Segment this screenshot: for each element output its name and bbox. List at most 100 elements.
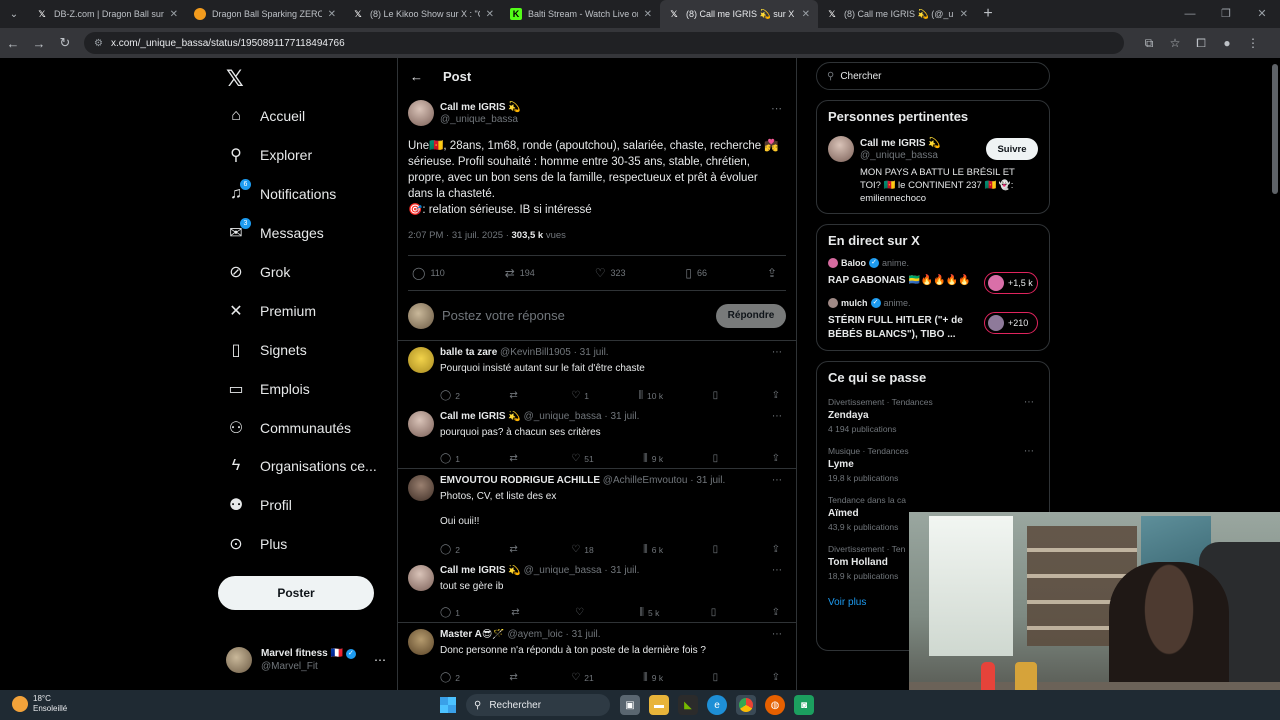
more-horizontal-icon[interactable]: ⋯ [772, 629, 782, 640]
reload-button[interactable]: ↻ [52, 35, 78, 51]
reply-action[interactable]: ◯ 1 [440, 607, 460, 618]
browser-tab[interactable]: 𝕏 DB-Z.com | Dragon Ball sur X : ✕ [28, 0, 186, 28]
reply-post[interactable]: Call me IGRIS 💫 @_unique_bassa · 31 juil… [398, 405, 796, 469]
more-horizontal-icon[interactable]: ⋯ [772, 565, 782, 576]
reply-post[interactable]: Call me IGRIS 💫 @_unique_bassa · 31 juil… [398, 559, 796, 623]
reply-author-name[interactable]: Call me IGRIS 💫 [440, 411, 521, 422]
share-action[interactable]: ⇪ [767, 266, 782, 280]
like-action[interactable]: ♡ [575, 607, 588, 618]
reply-author-name[interactable]: balle ta zare [440, 347, 497, 358]
reply-input[interactable]: Postez votre réponse [442, 308, 565, 323]
nav-item-premium[interactable]: ✕ Premium [226, 298, 316, 324]
views-action[interactable]: ⫼ 9 k [643, 453, 663, 464]
person-handle[interactable]: @_unique_bassa [860, 150, 941, 161]
more-horizontal-icon[interactable]: ⋯ [1024, 397, 1034, 408]
reply-button[interactable]: Répondre [716, 303, 786, 328]
close-window-icon[interactable]: ✕ [1244, 0, 1280, 28]
nav-item-grok[interactable]: ⊘ Grok [226, 259, 290, 285]
views-action[interactable]: ⫼ 6 k [643, 544, 663, 555]
like-action[interactable]: ♡ 21 [571, 672, 593, 683]
more-horizontal-icon[interactable]: ⋯ [374, 653, 386, 667]
maximize-icon[interactable]: ❐ [1208, 0, 1244, 28]
browser-menu-icon[interactable]: ⋮ [1240, 36, 1266, 51]
x-logo-icon[interactable]: 𝕏 [226, 66, 244, 92]
views-action[interactable]: ⫼ 10 k [638, 390, 663, 401]
windows-start-icon[interactable] [440, 697, 456, 713]
account-switcher[interactable]: Marvel fitness 🇫🇷 ✓ @Marvel_Fit ⋯ [226, 642, 386, 678]
reply-action[interactable]: ◯ 2 [440, 672, 460, 683]
bookmark-action[interactable]: ▯ 66 [685, 266, 707, 280]
browser-tab[interactable]: 𝕏 (8) Le Kikoo Show sur X : "On n ✕ [344, 0, 502, 28]
avatar[interactable] [408, 475, 434, 501]
edge-icon[interactable]: e [707, 695, 727, 715]
browser-tab-active[interactable]: 𝕏 (8) Call me IGRIS 💫 sur X : "Un ✕ [660, 0, 818, 28]
bookmark-action[interactable]: ▯ [713, 672, 723, 683]
browser-tab[interactable]: Dragon Ball Sparking ZERO sur ✕ [186, 0, 344, 28]
avatar[interactable] [408, 411, 434, 437]
reply-author-handle[interactable]: @_unique_bassa · 31 juil. [524, 411, 640, 422]
firefox-icon[interactable]: ◍ [765, 695, 785, 715]
reply-post[interactable]: EMVOUTOU RODRIGUE ACHILLE @AchilleEmvout… [398, 469, 796, 559]
nav-item-notifications[interactable]: ♫ 6 Notifications [226, 179, 336, 207]
live-space-item[interactable]: mulch ✓ anime. STÉRIN FULL HITLER ("+ de B… [828, 298, 1038, 342]
task-view-icon[interactable]: ▣ [620, 695, 640, 715]
more-horizontal-icon[interactable]: ⋯ [772, 411, 782, 422]
forward-button[interactable]: → [26, 36, 52, 51]
avatar[interactable] [408, 565, 434, 591]
reply-author-handle[interactable]: @ayem_loic · 31 juil. [508, 629, 601, 640]
nav-item-profil[interactable]: ⚉ Profil [226, 492, 292, 518]
bookmark-action[interactable]: ▯ [713, 390, 723, 401]
new-tab-button[interactable]: + [976, 5, 1000, 23]
reply-author-name[interactable]: Master A😎🪄 [440, 629, 505, 640]
reply-action[interactable]: ◯ 110 [412, 266, 445, 280]
more-horizontal-icon[interactable]: ⋯ [772, 475, 782, 486]
like-action[interactable]: ♡ 323 [595, 266, 626, 280]
post-button[interactable]: Poster [218, 576, 374, 610]
reply-author-name[interactable]: EMVOUTOU RODRIGUE ACHILLE [440, 475, 600, 486]
nvidia-icon[interactable]: ◣ [678, 695, 698, 715]
taskbar-search[interactable]: ⚲ Rechercher [466, 694, 610, 716]
page-scrollbar[interactable] [1272, 64, 1278, 194]
post-timestamp[interactable]: 2:07 PM · 31 juil. 2025 · [408, 230, 512, 241]
live-space-item[interactable]: Baloo ✓ anime. RAP GABONAIS 🇬🇦🔥🔥🔥🔥 +1,5 k [828, 258, 1038, 294]
live-listeners-pill[interactable]: +210 [984, 312, 1038, 334]
nav-item-explorer[interactable]: ⚲ Explorer [226, 142, 312, 168]
bookmark-action[interactable]: ▯ [713, 544, 723, 555]
reply-author-name[interactable]: Call me IGRIS 💫 [440, 565, 521, 576]
tab-search-button[interactable]: ⌄ [0, 0, 28, 28]
close-tab-icon[interactable]: ✕ [644, 9, 652, 20]
more-horizontal-icon[interactable]: ⋯ [1024, 446, 1034, 457]
weather-widget[interactable]: 18°C Ensoleillé [12, 694, 67, 714]
repost-action[interactable]: ⇄ [509, 672, 521, 683]
close-tab-icon[interactable]: ✕ [802, 9, 810, 20]
minimize-icon[interactable]: — [1172, 0, 1208, 28]
star-bookmark-icon[interactable]: ☆ [1162, 36, 1188, 51]
nav-item-plus[interactable]: ⊙ Plus [226, 531, 287, 557]
trend-item[interactable]: Divertissement · Tendances Zendaya 4 194… [828, 397, 1038, 434]
nav-item-emplois[interactable]: ▭ Emplois [226, 376, 309, 402]
like-action[interactable]: ♡ 18 [571, 544, 593, 555]
profile-avatar-icon[interactable]: ● [1214, 36, 1240, 51]
close-tab-icon[interactable]: ✕ [486, 9, 494, 20]
reply-action[interactable]: ◯ 1 [440, 453, 460, 464]
bookmark-action[interactable]: ▯ [711, 607, 721, 618]
avatar[interactable] [408, 100, 434, 126]
person-name[interactable]: Call me IGRIS 💫 [860, 138, 941, 149]
browser-tab[interactable]: 𝕏 (8) Call me IGRIS 💫 (@_uniqu ✕ [818, 0, 976, 28]
share-action[interactable]: ⇪ [772, 544, 784, 555]
views-action[interactable]: ⫼ 9 k [643, 672, 663, 683]
nav-item-organisations[interactable]: ϟ Organisations ce... [226, 453, 377, 479]
more-horizontal-icon[interactable]: ⋯ [771, 102, 782, 115]
repost-action[interactable]: ⇄ 194 [505, 266, 535, 280]
search-input[interactable]: ⚲ Chercher [816, 62, 1050, 90]
share-action[interactable]: ⇪ [772, 390, 784, 401]
post-author-handle[interactable]: @_unique_bassa [440, 114, 521, 125]
like-action[interactable]: ♡ 1 [571, 390, 589, 401]
reply-author-handle[interactable]: @_unique_bassa · 31 juil. [524, 565, 640, 576]
live-listeners-pill[interactable]: +1,5 k [984, 272, 1038, 294]
avatar[interactable] [828, 136, 854, 162]
nav-item-messages[interactable]: ✉ 3 Messages [226, 218, 324, 246]
views-action[interactable]: ⫼ 5 k [639, 607, 659, 618]
reply-action[interactable]: ◯ 2 [440, 390, 460, 401]
share-action[interactable]: ⇪ [772, 453, 784, 464]
